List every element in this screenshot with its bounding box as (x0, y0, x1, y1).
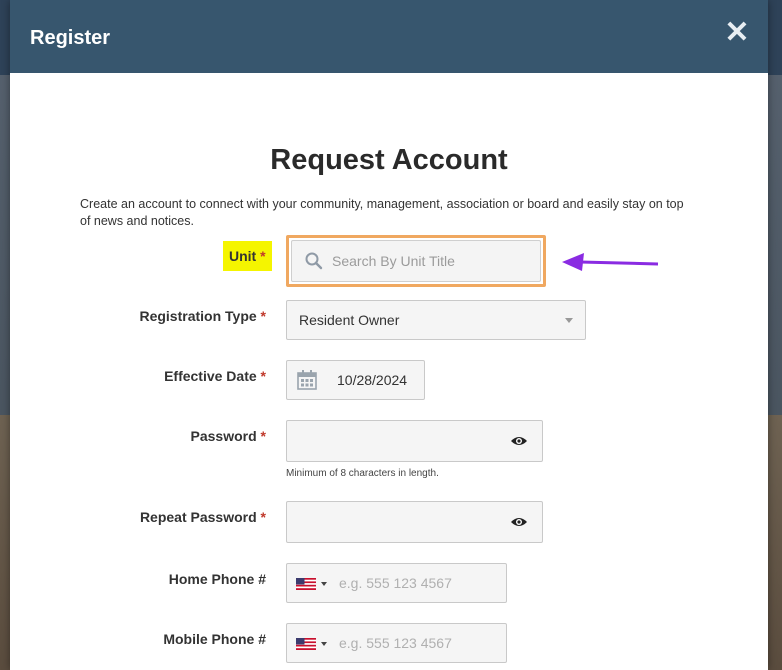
register-modal: Register ✕ Request Account Create an acc… (10, 0, 768, 670)
registration-type-label-text: Registration Type (139, 308, 257, 324)
unit-search-input[interactable] (332, 241, 532, 281)
effective-date-label-text: Effective Date (164, 368, 257, 384)
registration-type-select[interactable]: Resident Owner (286, 300, 586, 340)
unit-label-text: Unit (229, 248, 257, 264)
effective-date-value: 10/28/2024 (337, 372, 408, 388)
required-marker: * (260, 509, 266, 525)
password-label: Password * (26, 428, 266, 444)
arrow-pointer (562, 253, 659, 271)
page-title: Request Account (270, 144, 508, 176)
unit-label: Unit * (229, 248, 266, 264)
home-phone-input[interactable]: e.g. 555 123 4567 (339, 575, 452, 591)
mobile-phone-field[interactable]: e.g. 555 123 4567 (286, 623, 507, 663)
password-field[interactable] (286, 420, 543, 462)
close-button[interactable]: ✕ (724, 18, 750, 48)
eye-icon[interactable] (510, 435, 528, 447)
us-flag-icon[interactable] (296, 638, 316, 650)
required-marker: * (260, 308, 266, 324)
mobile-phone-input[interactable]: e.g. 555 123 4567 (339, 635, 452, 651)
registration-type-label: Registration Type * (26, 308, 266, 324)
chevron-down-icon (321, 582, 327, 586)
repeat-password-field[interactable] (286, 501, 543, 543)
repeat-password-label: Repeat Password * (26, 509, 266, 525)
modal-header: Register ✕ (10, 0, 768, 73)
password-hint: Minimum of 8 characters in length. (286, 468, 439, 479)
us-flag-icon[interactable] (296, 578, 316, 590)
required-marker: * (260, 368, 266, 384)
unit-search-field[interactable] (291, 240, 541, 282)
eye-icon[interactable] (510, 516, 528, 528)
password-label-text: Password (190, 428, 257, 444)
registration-type-value: Resident Owner (299, 312, 400, 328)
search-icon (305, 252, 323, 270)
intro-text: Create an account to connect with your c… (80, 197, 684, 228)
chevron-down-icon (565, 318, 573, 323)
required-marker: * (260, 428, 266, 444)
required-marker: * (260, 248, 266, 264)
chevron-down-icon (321, 642, 327, 646)
home-phone-field[interactable]: e.g. 555 123 4567 (286, 563, 507, 603)
modal-title: Register (30, 27, 111, 49)
repeat-password-label-text: Repeat Password (139, 509, 257, 525)
calendar-icon[interactable] (297, 370, 317, 390)
effective-date-field[interactable]: 10/28/2024 (286, 360, 425, 400)
effective-date-label: Effective Date * (26, 368, 266, 384)
home-phone-label: Home Phone # (168, 571, 266, 587)
mobile-phone-label: Mobile Phone # (163, 631, 266, 647)
